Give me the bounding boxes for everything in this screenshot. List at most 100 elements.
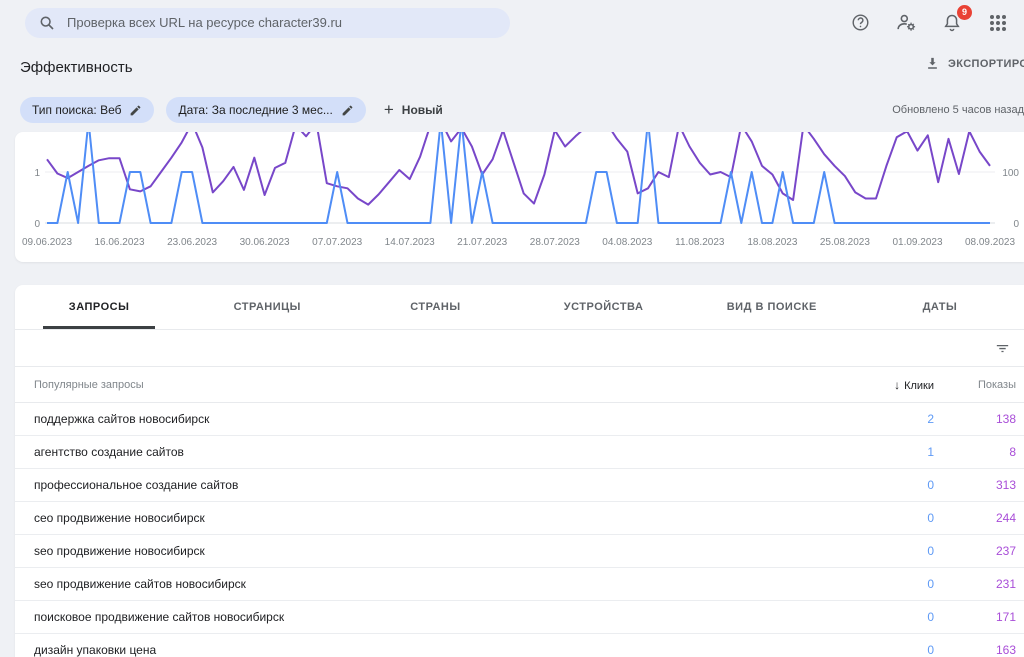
last-updated-text: Обновлено 5 часов назад (892, 104, 1024, 116)
url-inspection-search[interactable]: Проверка всех URL на ресурсе character39… (25, 8, 510, 38)
clicks-cell: 0 (829, 643, 934, 657)
table-row[interactable]: seo продвижение сайтов новосибирск 0 231 (15, 568, 1024, 601)
table-row[interactable]: агентство создание сайтов 1 8 (15, 436, 1024, 469)
help-icon (851, 13, 870, 32)
query-cell[interactable]: поисковое продвижение сайтов новосибирск (15, 610, 829, 624)
user-settings-icon (896, 12, 917, 33)
clicks-cell: 0 (829, 544, 934, 558)
table-row[interactable]: сео продвижение новосибирск 0 244 (15, 502, 1024, 535)
table-row[interactable]: профессиональное создание сайтов 0 313 (15, 469, 1024, 502)
impressions-cell: 171 (934, 610, 1024, 624)
new-filter-button[interactable]: + Новый (384, 100, 443, 120)
performance-chart-svg: 1 0 100 0 09.06.2023 16.06.2023 23.06.2023… (15, 132, 1024, 262)
x-axis-label: 07.07.2023 (312, 237, 362, 248)
search-input-value: Проверка всех URL на ресурсе character39… (67, 15, 342, 30)
x-axis-label: 28.07.2023 (530, 237, 580, 248)
impressions-cell: 8 (934, 445, 1024, 459)
search-type-chip[interactable]: Тип поиска: Веб (20, 97, 154, 123)
export-button[interactable]: ЭКСПОРТИРОВАТЬ (925, 56, 1024, 71)
clicks-cell: 0 (829, 610, 934, 624)
manage-users-button[interactable] (894, 11, 918, 35)
export-label: ЭКСПОРТИРОВАТЬ (948, 58, 1024, 70)
table-body: поддержка сайтов новосибирск 2 138 агент… (15, 403, 1024, 657)
clicks-cell: 2 (829, 412, 934, 426)
x-axis-label: 04.08.2023 (602, 237, 652, 248)
x-axis-label: 14.07.2023 (385, 237, 435, 248)
clicks-cell: 0 (829, 478, 934, 492)
x-axis-label: 08.09.2023 (965, 237, 1015, 248)
edit-pencil-icon (129, 104, 142, 117)
query-cell[interactable]: seo продвижение новосибирск (15, 544, 829, 558)
apps-button[interactable] (986, 11, 1010, 35)
x-axis-label: 23.06.2023 (167, 237, 217, 248)
chart-series-group (47, 132, 990, 223)
apps-grid-icon (990, 15, 1006, 31)
tab-вид-в-поиске[interactable]: ВИД В ПОИСКЕ (688, 285, 856, 329)
x-axis-label: 09.06.2023 (22, 237, 72, 248)
table-row[interactable]: поддержка сайтов новосибирск 2 138 (15, 403, 1024, 436)
clicks-cell: 0 (829, 511, 934, 525)
left-axis-tick-0: 0 (34, 219, 40, 230)
download-icon (925, 56, 940, 71)
query-cell[interactable]: профессиональное создание сайтов (15, 478, 829, 492)
impressions-cell: 138 (934, 412, 1024, 426)
filter-list-icon (994, 340, 1011, 357)
search-type-chip-label: Тип поиска: Веб (32, 103, 121, 117)
tab-даты[interactable]: ДАТЫ (856, 285, 1024, 329)
filter-row: Тип поиска: Веб Дата: За последние 3 мес… (0, 90, 1024, 130)
column-header-impressions[interactable]: Показы (934, 379, 1024, 391)
table-header-row: Популярные запросы ↓Клики Показы (15, 367, 1024, 403)
clicks-cell: 0 (829, 577, 934, 591)
notifications-button[interactable]: 9 (940, 11, 964, 35)
x-axis-label: 25.08.2023 (820, 237, 870, 248)
tab-устройства[interactable]: УСТРОЙСТВА (520, 285, 688, 329)
table-row[interactable]: поисковое продвижение сайтов новосибирск… (15, 601, 1024, 634)
impressions-cell: 313 (934, 478, 1024, 492)
x-axis-label: 16.06.2023 (94, 237, 144, 248)
query-cell[interactable]: поддержка сайтов новосибирск (15, 412, 829, 426)
query-cell[interactable]: сео продвижение новосибирск (15, 511, 829, 525)
table-row[interactable]: дизайн упаковки цена 0 163 (15, 634, 1024, 657)
help-button[interactable] (848, 11, 872, 35)
search-icon (39, 15, 55, 31)
x-axis-label: 18.08.2023 (747, 237, 797, 248)
top-bar: Проверка всех URL на ресурсе character39… (0, 0, 1024, 45)
tab-запросы[interactable]: ЗАПРОСЫ (15, 285, 183, 329)
new-filter-label: Новый (402, 103, 443, 117)
x-axis-label: 30.06.2023 (240, 237, 290, 248)
page-title: Эффективность (20, 59, 133, 76)
left-axis-tick-1: 1 (34, 168, 40, 179)
column-header-clicks[interactable]: ↓Клики (829, 378, 934, 392)
table-toolbar (15, 330, 1024, 367)
right-axis-tick-100: 100 (1002, 168, 1019, 179)
plus-icon: + (384, 100, 394, 120)
chart-x-axis-labels: 09.06.2023 16.06.2023 23.06.2023 30.06.2023… (22, 237, 1015, 248)
x-axis-label: 21.07.2023 (457, 237, 507, 248)
x-axis-label: 11.08.2023 (675, 237, 725, 248)
edit-pencil-icon (341, 104, 354, 117)
performance-chart-card: 1 0 100 0 09.06.2023 16.06.2023 23.06.2023… (15, 132, 1024, 262)
queries-table-card: ЗАПРОСЫСТРАНИЦЫСТРАНЫУСТРОЙСТВАВИД В ПОИ… (15, 285, 1024, 657)
notification-badge: 9 (957, 5, 972, 20)
series-line-показы (47, 132, 990, 205)
clicks-cell: 1 (829, 445, 934, 459)
tab-страны[interactable]: СТРАНЫ (351, 285, 519, 329)
dimension-tabs: ЗАПРОСЫСТРАНИЦЫСТРАНЫУСТРОЙСТВАВИД В ПОИ… (15, 285, 1024, 330)
right-axis-tick-0: 0 (1013, 219, 1019, 230)
date-range-chip[interactable]: Дата: За последние 3 мес... (166, 97, 365, 123)
page-header: Эффективность ЭКСПОРТИРОВАТЬ (0, 45, 1024, 90)
query-cell[interactable]: дизайн упаковки цена (15, 643, 829, 657)
x-axis-label: 01.09.2023 (892, 237, 942, 248)
sort-desc-icon: ↓ (894, 378, 900, 392)
tab-страницы[interactable]: СТРАНИЦЫ (183, 285, 351, 329)
query-cell[interactable]: seo продвижение сайтов новосибирск (15, 577, 829, 591)
impressions-cell: 231 (934, 577, 1024, 591)
impressions-cell: 237 (934, 544, 1024, 558)
impressions-cell: 163 (934, 643, 1024, 657)
date-range-chip-label: Дата: За последние 3 мес... (178, 103, 332, 117)
table-row[interactable]: seo продвижение новосибирск 0 237 (15, 535, 1024, 568)
impressions-cell: 244 (934, 511, 1024, 525)
filter-rows-button[interactable] (990, 336, 1014, 360)
column-header-query: Популярные запросы (15, 379, 829, 391)
query-cell[interactable]: агентство создание сайтов (15, 445, 829, 459)
